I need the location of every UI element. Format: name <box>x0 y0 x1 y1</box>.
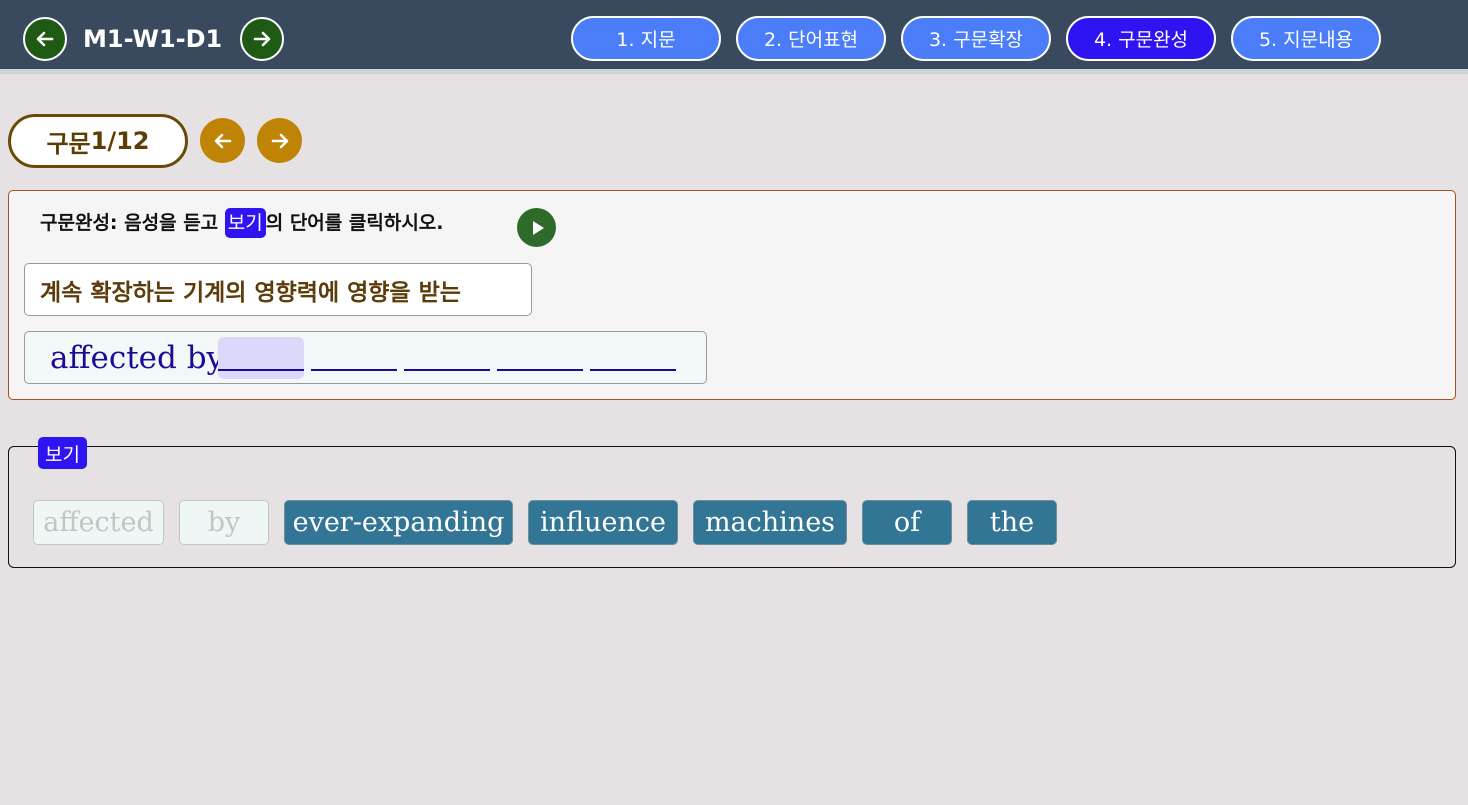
word-chip-affected[interactable]: affected <box>33 500 164 545</box>
tab-phrase-expansion[interactable]: 3. 구문확장 <box>901 16 1051 61</box>
answer-blank[interactable] <box>404 337 490 379</box>
word-chip-of[interactable]: of <box>862 500 952 545</box>
arrow-right-icon <box>253 31 271 47</box>
answer-blank-current[interactable] <box>218 337 304 379</box>
answer-blank[interactable] <box>311 337 397 379</box>
counter-current: 1 <box>90 127 108 155</box>
blank-line <box>590 369 676 371</box>
word-chip-the[interactable]: the <box>967 500 1057 545</box>
blank-line <box>218 369 304 371</box>
word-chip-influence[interactable]: influence <box>528 500 678 545</box>
answer-filled-text: affected by <box>50 340 225 376</box>
prev-phrase-button[interactable] <box>200 118 245 163</box>
play-audio-button[interactable] <box>517 208 556 247</box>
arrow-left-icon <box>214 133 231 148</box>
phrase-counter: 구문 1 / 12 <box>8 114 188 168</box>
tab-vocabulary[interactable]: 2. 단어표현 <box>736 16 886 61</box>
arrow-right-icon <box>271 133 288 148</box>
tab-passage-content[interactable]: 5. 지문내용 <box>1231 16 1381 61</box>
next-phrase-button[interactable] <box>257 118 302 163</box>
counter-separator: / <box>107 127 117 155</box>
instruction-before: 구문완성: 음성을 듣고 <box>40 212 225 234</box>
counter-total: 12 <box>116 127 150 155</box>
instruction-text: 구문완성: 음성을 듣고 보기 의 단어를 클릭하시오. <box>40 208 444 238</box>
question-panel: 구문완성: 음성을 듣고 보기 의 단어를 클릭하시오. 계속 확장하는 기계의 … <box>8 190 1456 400</box>
instruction-after: 의 단어를 클릭하시오. <box>265 212 444 234</box>
top-header: M1-W1-D1 1. 지문 2. 단어표현 3. 구문확장 4. 구문완성 5… <box>0 0 1468 74</box>
answer-box: affected by <box>24 331 707 384</box>
tab-passage[interactable]: 1. 지문 <box>571 16 721 61</box>
answer-blank[interactable] <box>497 337 583 379</box>
lesson-title: M1-W1-D1 <box>83 25 223 53</box>
arrow-left-icon <box>36 31 54 47</box>
next-lesson-button[interactable] <box>240 17 284 61</box>
word-chip-by[interactable]: by <box>179 500 269 545</box>
word-chip-machines[interactable]: machines <box>693 500 847 545</box>
word-chip-ever-expanding[interactable]: ever-expanding <box>284 500 513 545</box>
blank-line <box>497 369 583 371</box>
korean-meaning: 계속 확장하는 기계의 영향력에 영향을 받는 <box>24 263 532 316</box>
choices-legend: 보기 <box>38 437 87 469</box>
tab-phrase-completion[interactable]: 4. 구문완성 <box>1066 16 1216 61</box>
blank-line <box>404 369 490 371</box>
blank-line <box>311 369 397 371</box>
play-icon <box>532 220 544 235</box>
choices-tag: 보기 <box>224 208 266 238</box>
counter-prefix: 구문 <box>46 129 91 158</box>
prev-lesson-button[interactable] <box>23 17 67 61</box>
answer-blank[interactable] <box>590 337 676 379</box>
